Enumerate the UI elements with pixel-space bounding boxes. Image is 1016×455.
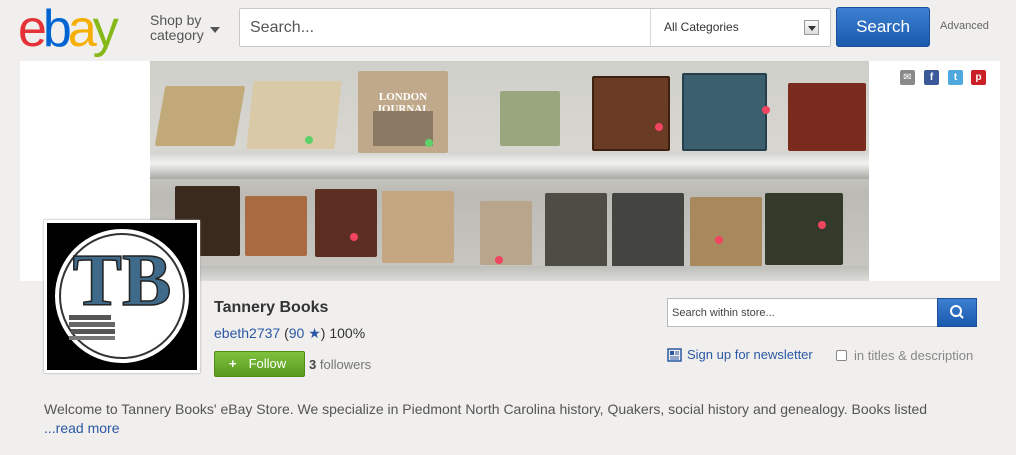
price-sticker-icon: [305, 136, 313, 144]
book-image: [480, 201, 532, 265]
store-description: Welcome to Tannery Books' eBay Store. We…: [44, 401, 928, 417]
read-more-link[interactable]: ...read more: [44, 420, 119, 436]
book-image: [690, 197, 762, 267]
titles-desc-label: in titles & description: [854, 348, 974, 363]
follower-number: 3: [309, 357, 317, 372]
book-image: [154, 86, 246, 146]
store-logo[interactable]: TB: [44, 220, 200, 373]
feedback-percent: 100%: [329, 325, 366, 341]
ebay-logo[interactable]: ebay: [18, 0, 119, 58]
book-image: [612, 193, 684, 273]
price-sticker-icon: [715, 236, 723, 244]
newsletter-label: Sign up for newsletter: [687, 347, 813, 362]
book-image: [682, 73, 767, 151]
seller-id-link[interactable]: ebeth2737: [214, 325, 280, 341]
follow-label: Follow: [248, 356, 287, 371]
book-image: [765, 193, 843, 265]
price-sticker-icon: [495, 256, 503, 264]
book-image: [245, 196, 307, 256]
dropdown-arrow-icon: [804, 20, 819, 35]
store-search-input[interactable]: [667, 298, 937, 327]
shop-by-category-button[interactable]: Shop by category: [150, 12, 220, 43]
email-icon[interactable]: ✉: [900, 70, 915, 85]
twitter-icon[interactable]: t: [948, 70, 963, 85]
price-sticker-icon: [425, 139, 433, 147]
search-button[interactable]: Search: [836, 7, 930, 47]
book-image: [545, 193, 607, 269]
book-image: LONDON JOURNAL: [358, 71, 448, 153]
newsletter-link[interactable]: Sign up for newsletter: [667, 347, 813, 362]
store-logo-text: TB: [73, 240, 172, 322]
book-image: [382, 191, 454, 263]
feedback-close: ): [320, 325, 326, 341]
seller-info: ebeth2737 (90 ★) 100%: [214, 325, 365, 342]
price-sticker-icon: [762, 106, 770, 114]
book-image: [592, 76, 670, 151]
pinterest-icon[interactable]: p: [971, 70, 986, 85]
plus-icon: +: [229, 356, 237, 371]
chevron-down-icon: [210, 27, 220, 33]
price-sticker-icon: [350, 233, 358, 241]
shop-by-line1: Shop by: [150, 12, 202, 28]
logo-letter-y: y: [92, 0, 119, 58]
book-illustration: [373, 111, 433, 146]
logo-letter-a: a: [67, 0, 97, 58]
advanced-search-link[interactable]: Advanced: [940, 20, 989, 32]
follow-button[interactable]: + Follow: [214, 351, 305, 377]
followers-label: followers: [319, 357, 372, 372]
star-icon: ★: [308, 325, 321, 341]
tb-logo-icon: TB: [53, 227, 191, 365]
search-icon: [950, 305, 964, 319]
store-name[interactable]: Tannery Books: [214, 299, 328, 317]
logo-letter-e: e: [18, 0, 47, 58]
feedback-score-link[interactable]: 90: [289, 325, 305, 341]
price-sticker-icon: [655, 123, 663, 131]
store-banner-image: LONDON JOURNAL: [150, 61, 869, 281]
followers-count[interactable]: 3 followers: [309, 357, 371, 372]
logo-letter-b: b: [42, 0, 72, 58]
store-search-button[interactable]: [937, 298, 977, 327]
glass-shelf: [150, 266, 869, 281]
store-search: [667, 298, 977, 327]
category-select-value: All Categories: [664, 20, 739, 34]
newsletter-icon: [667, 348, 682, 362]
search-input[interactable]: [240, 9, 650, 46]
global-header: ebay Shop by category All Categories Sea…: [0, 0, 1016, 58]
book-image: [246, 81, 342, 149]
facebook-icon[interactable]: f: [924, 70, 939, 85]
category-select[interactable]: All Categories: [650, 9, 830, 46]
book-image: [500, 91, 560, 146]
book-image: [788, 83, 866, 151]
shop-by-line2: category: [150, 27, 204, 43]
book-image: [315, 189, 377, 257]
glass-shelf: [150, 153, 869, 179]
search-bar: All Categories: [239, 8, 831, 47]
price-sticker-icon: [818, 221, 826, 229]
